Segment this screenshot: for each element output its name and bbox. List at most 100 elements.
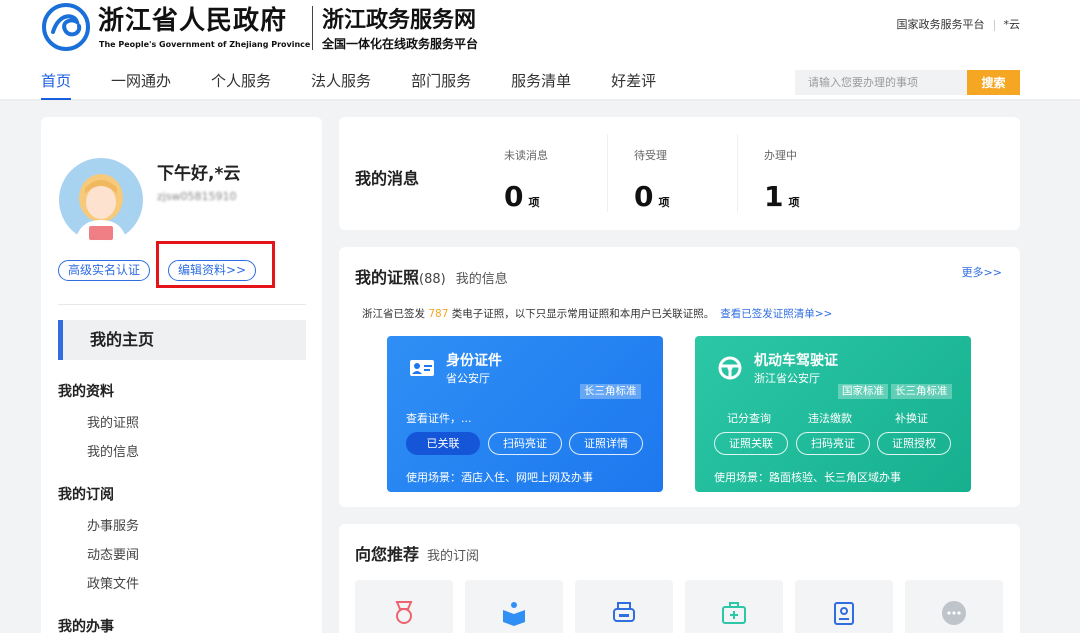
cert-link-button[interactable]: 证照关联 <box>714 432 788 455</box>
menu-item-my-info[interactable]: 我的信息 <box>87 441 139 460</box>
nav-item-home[interactable]: 首页 <box>41 70 72 100</box>
issued-count: 787 <box>428 308 449 320</box>
scan-show-button[interactable]: 扫码亮证 <box>488 432 562 455</box>
logo-title-en: The People's Government of Zhejiang Prov… <box>99 40 311 49</box>
stat-unread[interactable]: 未读消息 0项 <box>504 147 548 218</box>
standard-tag: 长三角标准 <box>580 384 641 399</box>
search-button[interactable]: 搜索 <box>967 70 1020 95</box>
certificates-header: 我的证照(88) 我的信息 <box>355 264 508 288</box>
header: 浙江省人民政府 The People's Government of Zheji… <box>0 0 1080 101</box>
menu-group-my-profile: 我的资料 <box>58 384 114 400</box>
logo-title-cn[interactable]: 浙江省人民政府 <box>98 0 287 37</box>
certificates-count: (88) <box>419 272 446 287</box>
stat-label: 待受理 <box>634 149 667 162</box>
top-right-links: 国家政务服务平台 *云 <box>897 16 1021 32</box>
nav-item-personal[interactable]: 个人服务 <box>211 70 271 100</box>
greeting-text: 下午好,*云 <box>157 164 241 184</box>
menu-item-services[interactable]: 办事服务 <box>87 515 139 534</box>
scan-show-button[interactable]: 扫码亮证 <box>796 432 870 455</box>
recommend-tile[interactable] <box>355 580 453 633</box>
nav-item-service-list[interactable]: 服务清单 <box>511 70 571 100</box>
cert-detail-button[interactable]: 证照详情 <box>569 432 643 455</box>
recommend-tile[interactable] <box>465 580 563 633</box>
recommend-tile[interactable] <box>575 580 673 633</box>
nav-item-one-stop[interactable]: 一网通办 <box>111 70 171 100</box>
user-name-link[interactable]: *云 <box>1004 18 1021 31</box>
id-card-tile[interactable]: 身份证件 省公安厅 长三角标准 查看证件，... 已关联 扫码亮证 证照详情 使… <box>387 336 663 492</box>
printer-icon <box>613 602 635 622</box>
note-prefix: 浙江省已签发 <box>362 308 425 320</box>
issued-list-link[interactable]: 查看已签发证照清单>> <box>720 308 832 320</box>
driver-license-tile[interactable]: 机动车驾驶证 浙江省公安厅 国家标准 长三角标准 记分查询 违法缴款 补换证 证… <box>695 336 971 492</box>
more-icon <box>942 601 966 625</box>
stat-unit: 项 <box>788 196 800 209</box>
violation-payment-link[interactable]: 违法缴款 <box>808 410 852 426</box>
stat-value: 0项 <box>634 182 669 218</box>
cert-authorize-button[interactable]: 证照授权 <box>877 432 951 455</box>
search-input[interactable] <box>795 70 967 95</box>
national-standard-tag: 国家标准 <box>838 384 888 399</box>
tile-name: 身份证件 <box>446 353 502 369</box>
recommend-tile[interactable] <box>795 580 893 633</box>
id-badge-icon <box>834 602 854 625</box>
recommend-tab[interactable]: 向您推荐 <box>355 545 419 564</box>
recommend-card: 向您推荐 我的订阅 <box>339 524 1020 633</box>
certificates-card: 我的证照(88) 我的信息 更多>> 浙江省已签发 787 类电子证照，以下只显示… <box>339 247 1020 507</box>
my-info-tab[interactable]: 我的信息 <box>456 272 508 287</box>
certificates-note: 浙江省已签发 787 类电子证照，以下只显示常用证照和本用户已关联证照。 查看已签… <box>362 306 832 321</box>
menu-item-news[interactable]: 动态要闻 <box>87 544 139 563</box>
site-name[interactable]: 浙江政务服务网 <box>322 2 476 34</box>
stat-label: 办理中 <box>764 149 797 162</box>
steering-wheel-icon <box>718 356 742 380</box>
stat-value: 0项 <box>504 182 548 218</box>
tile-hint[interactable]: 查看证件，... <box>406 410 472 426</box>
book-icon <box>503 602 525 626</box>
messages-card: 我的消息 未读消息 0项 待受理 0项 办理中 1项 <box>339 117 1020 230</box>
recommend-header: 向您推荐 我的订阅 <box>355 541 479 565</box>
logo-divider <box>312 6 313 50</box>
score-query-link[interactable]: 记分查询 <box>727 410 771 426</box>
menu-item-policies[interactable]: 政策文件 <box>87 573 139 592</box>
stat-pending[interactable]: 待受理 0项 <box>634 147 669 218</box>
realname-verify-button[interactable]: 高级实名认证 <box>58 260 151 281</box>
profile-panel: 下午好,*云 zjsw05815910 高级实名认证 编辑资料>> 我的主页 我… <box>41 117 322 633</box>
tile-scene: 使用场景：路面核验、长三角区域办事 <box>714 471 901 484</box>
stat-in-progress[interactable]: 办理中 1项 <box>764 147 799 218</box>
avatar-illustration-icon <box>75 174 127 242</box>
national-platform-link[interactable]: 国家政务服务平台 <box>897 18 985 31</box>
my-homepage-label[interactable]: 我的主页 <box>58 320 306 360</box>
highlight-annotation <box>156 241 275 288</box>
note-suffix: 类电子证照，以下只显示常用证照和本用户已关联证照。 <box>451 308 715 320</box>
id-card-icon <box>410 360 434 376</box>
stat-number: 0 <box>634 180 654 213</box>
recommend-tile[interactable] <box>685 580 783 633</box>
medical-kit-icon <box>722 602 746 624</box>
standard-tag: 长三角标准 <box>891 384 952 399</box>
username-masked: zjsw05815910 <box>157 190 237 203</box>
linked-button[interactable]: 已关联 <box>406 432 480 455</box>
nav-item-department[interactable]: 部门服务 <box>411 70 471 100</box>
tile-org: 浙江省公安厅 <box>754 372 820 385</box>
replace-license-link[interactable]: 补换证 <box>895 410 928 426</box>
menu-group-my-subscriptions: 我的订阅 <box>58 487 114 503</box>
stat-number: 1 <box>764 180 784 213</box>
subscriptions-tab[interactable]: 我的订阅 <box>427 549 479 564</box>
avatar[interactable] <box>59 158 143 242</box>
nav-item-rating[interactable]: 好差评 <box>611 70 656 100</box>
top-link-divider <box>993 19 995 31</box>
zhejiang-logo-icon[interactable] <box>41 2 91 52</box>
more-link[interactable]: 更多>> <box>962 264 1002 280</box>
tile-name: 机动车驾驶证 <box>754 353 838 369</box>
stat-label: 未读消息 <box>504 149 548 162</box>
messages-title: 我的消息 <box>355 169 420 188</box>
profile-divider <box>58 304 306 305</box>
stat-divider <box>607 134 608 212</box>
menu-group-my-affairs: 我的办事 <box>58 619 114 633</box>
nav-item-legal-entity[interactable]: 法人服务 <box>311 70 371 100</box>
stat-divider <box>737 134 738 212</box>
recommend-tile[interactable] <box>905 580 1003 633</box>
certificates-tab[interactable]: 我的证照 <box>355 268 419 287</box>
main-nav: 首页 一网通办 个人服务 法人服务 部门服务 服务清单 好差评 <box>41 70 696 100</box>
medal-icon <box>395 601 413 624</box>
menu-item-my-certificates[interactable]: 我的证照 <box>87 412 139 431</box>
